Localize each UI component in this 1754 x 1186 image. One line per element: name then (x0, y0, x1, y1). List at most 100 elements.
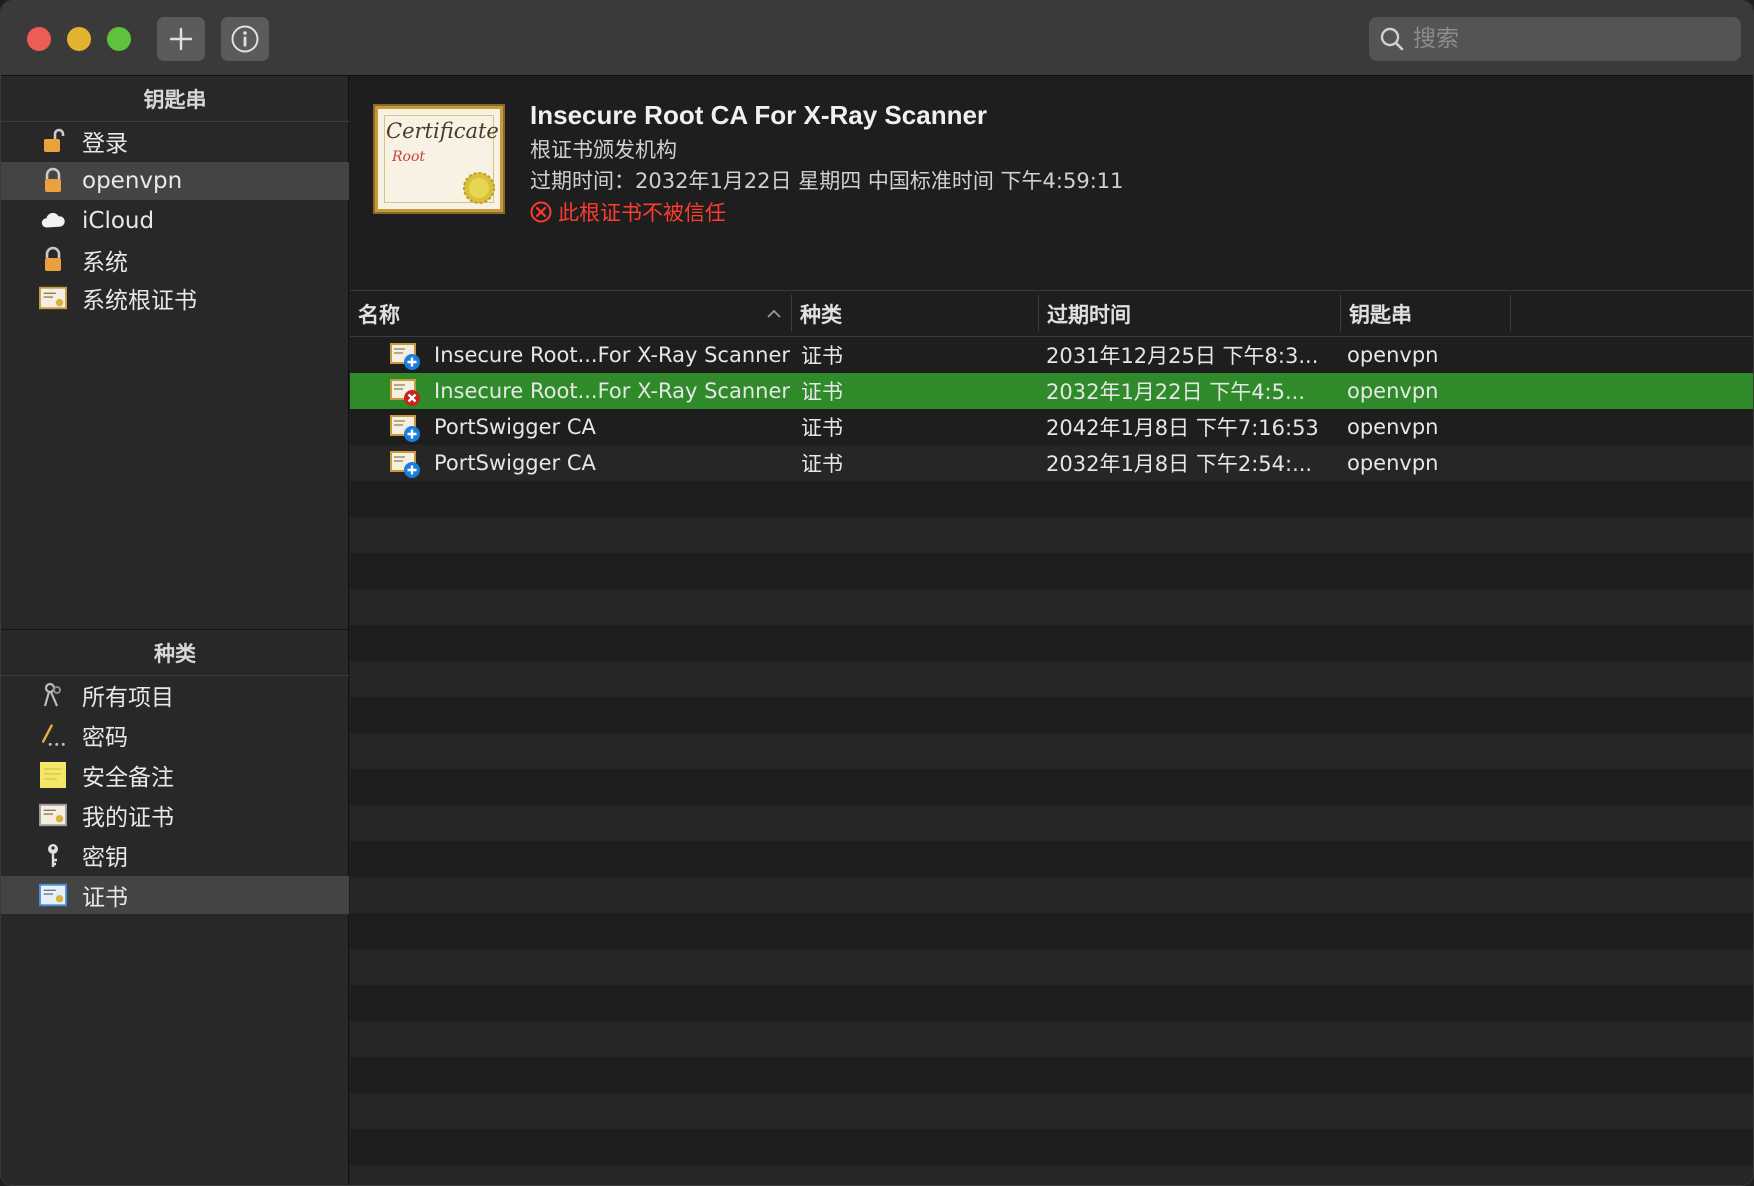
table-row-selected[interactable]: Insecure Root...For X-Ray Scanner 证书 203… (350, 373, 1753, 409)
certificate-root-word: Root (392, 149, 426, 165)
empty-row (350, 625, 1753, 661)
items-table: 名称 种类 过期时间 钥匙串 Insecure Root...For X-Ray… (350, 291, 1753, 1185)
search-icon (1380, 27, 1404, 51)
table-row[interactable]: PortSwigger CA 证书 2042年1月8日 下午7:16:53 op… (350, 409, 1753, 445)
column-header-label: 钥匙串 (1349, 303, 1412, 327)
empty-row (350, 1021, 1753, 1057)
empty-row (350, 481, 1753, 517)
sidebar-item-login[interactable]: 登录 (1, 122, 349, 160)
trust-warning-text: 此根证书不被信任 (558, 201, 726, 225)
certificate-plus-icon (390, 451, 420, 478)
seal-icon (463, 172, 495, 204)
sidebar-item-certificates[interactable]: 证书 (1, 876, 349, 914)
search-field[interactable] (1369, 17, 1741, 61)
empty-row (350, 661, 1753, 697)
cell-name: PortSwigger CA (434, 415, 596, 439)
certificate-detail-panel: Certificate Root Insecure Root CA For X-… (350, 76, 1753, 291)
empty-row (350, 805, 1753, 841)
sidebar-item-label: 密钥 (82, 845, 128, 871)
cell-name: Insecure Root...For X-Ray Scanner (434, 379, 790, 403)
certificate-plus-icon (390, 343, 420, 370)
sidebar-item-label: 我的证书 (82, 805, 174, 831)
cell-keychain: openvpn (1347, 343, 1439, 367)
minimize-window-button[interactable] (67, 27, 91, 51)
sidebar-item-keys[interactable]: 密钥 (1, 836, 349, 874)
sidebar-item-label: 密码 (82, 725, 128, 751)
add-item-button[interactable] (157, 17, 205, 61)
info-button[interactable] (221, 17, 269, 61)
cell-kind: 证书 (801, 416, 843, 440)
lock-icon (39, 246, 67, 274)
empty-row (350, 985, 1753, 1021)
cell-kind: 证书 (801, 380, 843, 404)
cell-kind: 证书 (801, 452, 843, 476)
certificate-type: 根证书颁发机构 (530, 138, 677, 162)
cell-name: PortSwigger CA (434, 451, 596, 475)
note-icon (39, 761, 67, 789)
empty-row (350, 1129, 1753, 1165)
cell-expires: 2042年1月8日 下午7:16:53 (1046, 416, 1319, 440)
cell-name: Insecure Root...For X-Ray Scanner (434, 343, 790, 367)
sidebar-item-all-items[interactable]: 所有项目 (1, 676, 349, 714)
column-header-expires[interactable]: 过期时间 (1039, 291, 1341, 337)
column-header-label: 种类 (800, 303, 842, 327)
empty-row (350, 949, 1753, 985)
sidebar-item-icloud[interactable]: iCloud (1, 202, 349, 240)
cell-expires: 2031年12月25日 下午8:3... (1046, 344, 1319, 368)
certificate-expiry: 过期时间：2032年1月22日 星期四 中国标准时间 下午4:59:11 (530, 169, 1124, 193)
sidebar-item-system[interactable]: 系统 (1, 241, 349, 279)
empty-row (350, 1057, 1753, 1093)
table-header: 名称 种类 过期时间 钥匙串 (350, 291, 1753, 337)
cell-kind: 证书 (801, 344, 843, 368)
empty-row (350, 553, 1753, 589)
empty-row (350, 589, 1753, 625)
lock-icon (39, 167, 67, 195)
sidebar-item-passwords[interactable]: 密码 (1, 716, 349, 754)
cell-keychain: openvpn (1347, 379, 1439, 403)
certificate-title: Insecure Root CA For X-Ray Scanner (530, 100, 988, 130)
certificate-large-icon: Certificate Root (375, 106, 503, 212)
keys-icon (39, 681, 67, 709)
certificate-untrusted-icon (390, 379, 420, 406)
sidebar-item-label: 所有项目 (82, 685, 174, 711)
error-circle-icon (530, 201, 552, 223)
cell-keychain: openvpn (1347, 415, 1439, 439)
sidebar-item-my-certificates[interactable]: 我的证书 (1, 796, 349, 834)
sidebar-item-openvpn[interactable]: openvpn (1, 162, 349, 200)
sidebar: 钥匙串 登录 openvpn iCloud 系统 系统根证书 种类 所有项目 密… (1, 76, 349, 1185)
sidebar-item-label: 登录 (82, 131, 128, 157)
categories-header: 种类 (1, 630, 349, 676)
column-header-name[interactable]: 名称 (350, 291, 790, 337)
sidebar-item-secure-notes[interactable]: 安全备注 (1, 756, 349, 794)
info-icon (231, 25, 259, 53)
my-certificate-icon (39, 801, 67, 829)
close-window-button[interactable] (27, 27, 51, 51)
column-header-keychain[interactable]: 钥匙串 (1341, 291, 1511, 337)
cloud-icon (39, 207, 67, 235)
sidebar-item-label: iCloud (82, 208, 155, 234)
table-row[interactable]: PortSwigger CA 证书 2032年1月8日 下午2:54:... o… (350, 445, 1753, 481)
table-body: Insecure Root...For X-Ray Scanner 证书 203… (350, 337, 1753, 1185)
column-separator[interactable] (1510, 295, 1511, 331)
zoom-window-button[interactable] (107, 27, 131, 51)
empty-row (350, 733, 1753, 769)
search-input[interactable] (1413, 17, 1723, 61)
column-header-label: 过期时间 (1047, 303, 1131, 327)
empty-row (350, 769, 1753, 805)
sidebar-item-label: 证书 (82, 885, 128, 911)
cell-expires: 2032年1月22日 下午4:5... (1046, 380, 1306, 404)
cell-expires: 2032年1月8日 下午2:54:... (1046, 452, 1313, 476)
cell-keychain: openvpn (1347, 451, 1439, 475)
sidebar-item-system-roots[interactable]: 系统根证书 (1, 279, 349, 317)
certificate-icon (39, 881, 67, 909)
empty-row (350, 1165, 1753, 1185)
password-pen-icon (39, 721, 67, 749)
titlebar (1, 1, 1753, 76)
table-row[interactable]: Insecure Root...For X-Ray Scanner 证书 203… (350, 337, 1753, 373)
certificate-plus-icon (390, 415, 420, 442)
empty-row (350, 841, 1753, 877)
column-header-kind[interactable]: 种类 (792, 291, 1038, 337)
empty-row (350, 877, 1753, 913)
empty-row (350, 913, 1753, 949)
certificate-icon (39, 284, 67, 312)
